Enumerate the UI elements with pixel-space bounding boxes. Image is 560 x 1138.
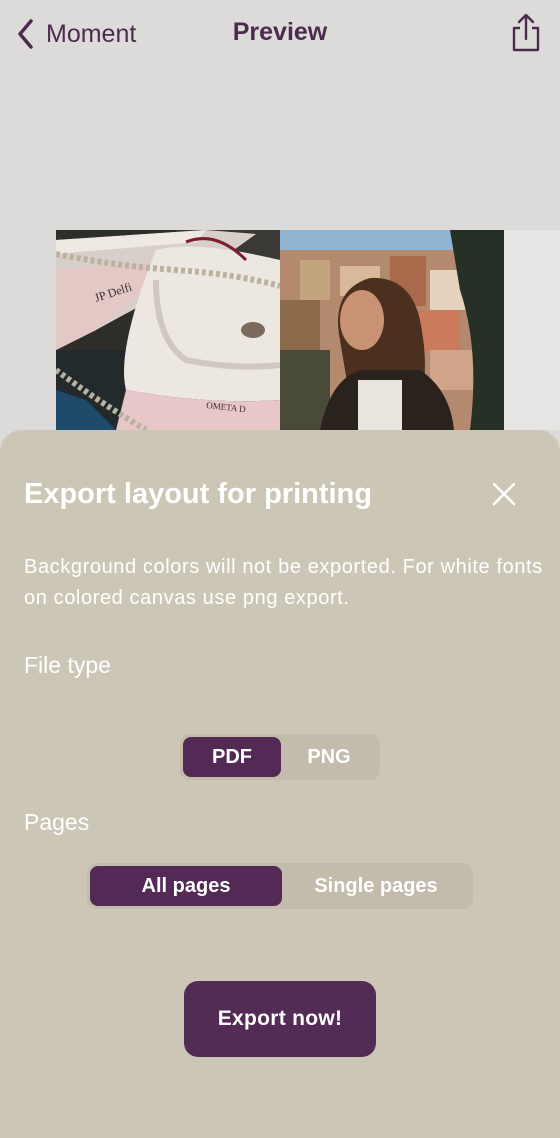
canvas-page-area xyxy=(0,68,560,230)
close-icon xyxy=(492,482,516,506)
preview-screen: Moment Preview JP Delfi OMETA D Export l… xyxy=(0,0,560,1138)
sheet-title: Export layout for printing xyxy=(24,478,372,510)
canvas-page-edge xyxy=(504,230,560,430)
close-button[interactable] xyxy=(488,478,520,510)
share-button[interactable] xyxy=(508,12,544,54)
nav-bar: Moment Preview xyxy=(0,0,560,68)
file-type-selector: PDF PNG xyxy=(180,734,380,780)
pages-selector: All pages Single pages xyxy=(87,863,473,909)
file-type-png-option[interactable]: PNG xyxy=(281,737,377,777)
sheet-description: Background colors will not be exported. … xyxy=(24,556,543,609)
export-sheet: Export layout for printing Background co… xyxy=(0,430,560,1138)
share-icon xyxy=(512,13,540,52)
file-type-pdf-option[interactable]: PDF xyxy=(183,737,281,777)
export-now-button[interactable]: Export now! xyxy=(184,981,376,1057)
woman-photo xyxy=(280,230,504,430)
all-pages-option[interactable]: All pages xyxy=(90,866,282,906)
single-pages-option[interactable]: Single pages xyxy=(282,866,470,906)
pages-label: Pages xyxy=(24,809,90,835)
page-title: Preview xyxy=(232,18,328,46)
file-type-label: File type xyxy=(24,652,111,678)
boats-photo: JP Delfi OMETA D xyxy=(56,230,280,430)
